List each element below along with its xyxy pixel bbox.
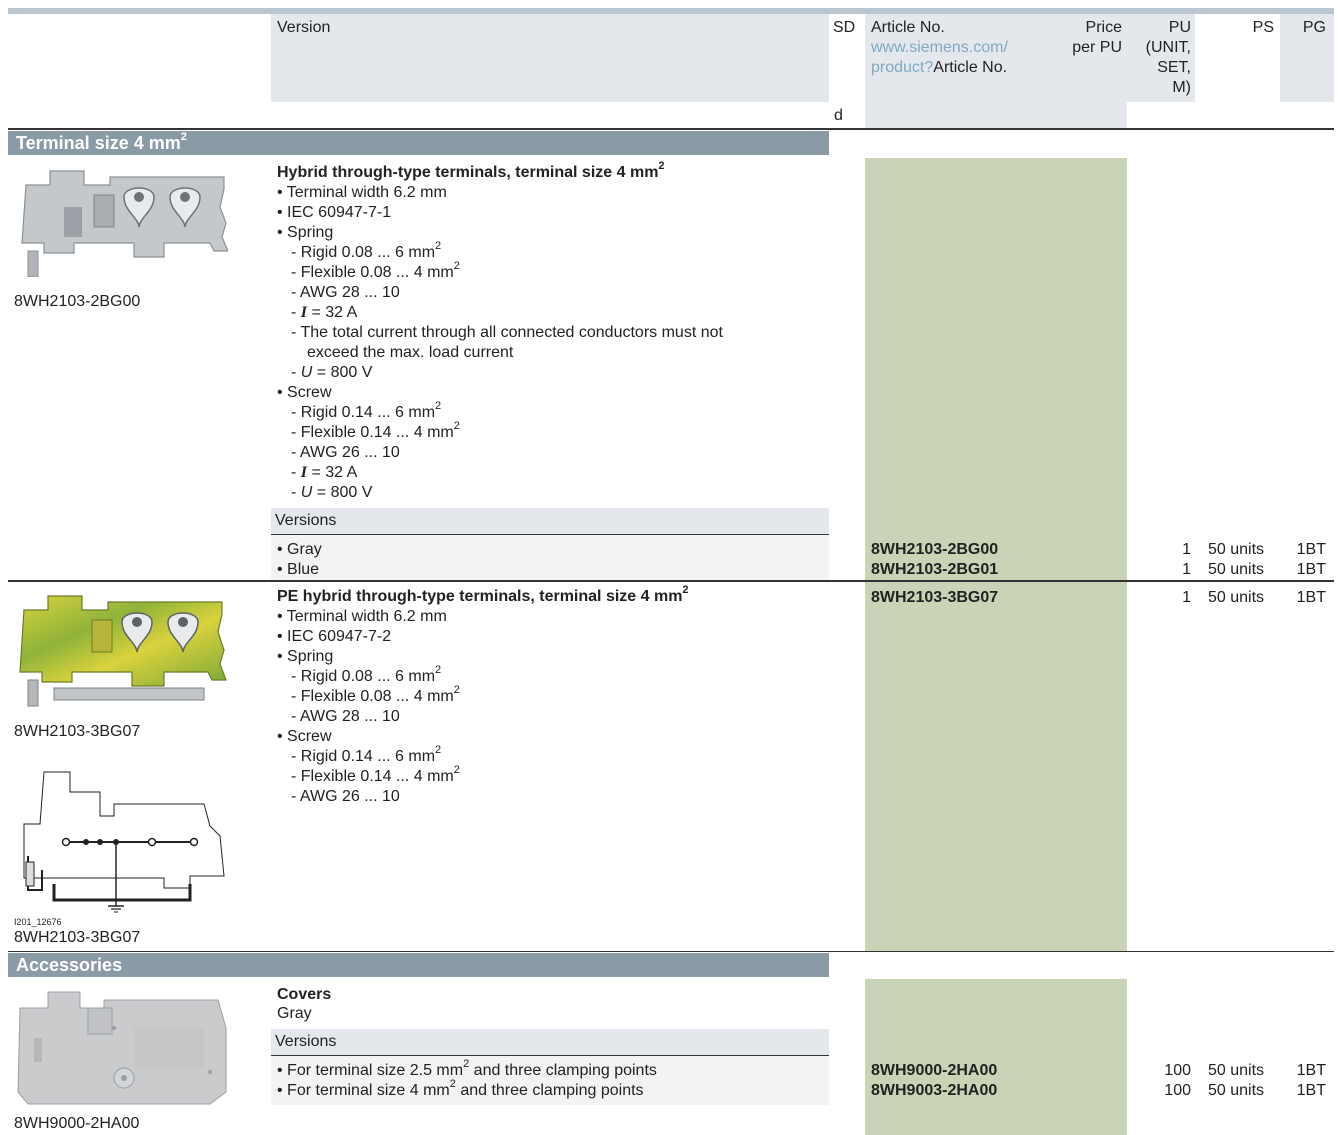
header-rule [8,128,1334,130]
product1-row2-version: • Blue [277,561,320,578]
product3-versions-label: Versions [271,1029,829,1055]
product1-width: • Terminal width 6.2 mm [277,184,447,201]
header-price: Price per PU [1040,18,1122,58]
product2-diagram-caption: 8WH2103-3BG07 [14,929,141,946]
product3-row2-version: • For terminal size 4 mm2 and three clam… [277,1077,644,1099]
product2-screw-rigid: - Rigid 0.14 ... 6 mm2 [291,743,442,765]
header-price-line1: Price [1085,19,1122,36]
product1-specs: Hybrid through-type terminals, terminal … [277,159,827,503]
product2-width: • Terminal width 6.2 mm [277,608,447,625]
product3-heading: Covers [277,986,332,1003]
product1-spring-note2: exceed the max. load current [307,344,514,361]
product1-row1-version: • Gray [277,541,322,558]
product1-row1-pg: 1BT [1296,541,1326,558]
product2-pu: 1 [1182,589,1191,606]
product1-versions-bg [271,535,829,580]
terminal-gray-image [21,170,228,277]
product1-bottom-rule [8,580,1334,582]
product2-bottom-rule [8,951,1334,952]
product2-spring-awg: - AWG 28 ... 10 [291,708,400,725]
article-column-bg [865,158,1127,580]
product2-iec: • IEC 60947-7-2 [277,628,392,645]
section-title-terminal-size: Terminal size 4 mm2 [8,131,829,155]
header-article-link1[interactable]: www.siemens.com/ [871,38,1041,58]
product1-spring-rigid: - Rigid 0.08 ... 6 mm2 [291,239,442,261]
product3-row1-pg: 1BT [1296,1062,1326,1079]
product2-ps: 50 units [1208,589,1265,606]
product2-screw: • Screw [277,728,332,745]
product1-row2-ps: 50 units [1208,561,1265,578]
product1-screw-flex: - Flexible 0.14 ... 4 mm2 [291,419,460,441]
product1-screw-awg: - AWG 26 ... 10 [291,444,400,461]
header-pu-line4: M) [1172,79,1191,96]
header-pu-line2: (UNIT, [1145,39,1191,56]
section-title-accessories: Accessories [8,953,829,977]
product1-row1-article[interactable]: 8WH2103-2BG00 [871,540,998,560]
product1-versions-label: Versions [271,508,829,534]
header-pu-line3: SET, [1157,59,1191,76]
product2-article[interactable]: 8WH2103-3BG07 [871,588,998,608]
product1-spring-current: - I = 32 A [291,304,358,321]
header-version: Version [277,19,331,36]
article-column-bg-2 [865,582,1127,951]
product2-spring-flex: - Flexible 0.08 ... 4 mm2 [291,683,460,705]
product3-row2-article[interactable]: 8WH9003-2HA00 [871,1081,997,1101]
header-sd-sub: d [834,107,843,124]
header-version-bg [271,14,829,102]
product2-screw-awg: - AWG 26 ... 10 [291,788,400,805]
product3-row1-article[interactable]: 8WH9000-2HA00 [871,1061,997,1081]
header-pu: PU (UNIT, SET, M) [1127,18,1191,98]
product1-screw-voltage: - U = 800 V [291,484,373,501]
product3-row1-version: • For terminal size 2.5 mm2 and three cl… [277,1057,657,1079]
product1-row2-article[interactable]: 8WH2103-2BG01 [871,560,998,580]
cover-image [17,991,227,1105]
product3-subheading: Gray [277,1005,312,1022]
product2-screw-flex: - Flexible 0.14 ... 4 mm2 [291,763,460,785]
product3-row2-pg: 1BT [1296,1082,1326,1099]
product2-specs: PE hybrid through-type terminals, termin… [277,583,827,807]
product3-row1-pu: 100 [1164,1062,1191,1079]
product2-spring-rigid: - Rigid 0.08 ... 6 mm2 [291,663,442,685]
product2-pg: 1BT [1296,589,1326,606]
article-column-bg-3 [865,979,1127,1135]
product1-iec: • IEC 60947-7-1 [277,204,392,221]
product1-spring-flex: - Flexible 0.08 ... 4 mm2 [291,259,460,281]
product2-image-caption: 8WH2103-3BG07 [14,723,141,740]
terminal-pe-image [19,595,227,707]
header-price-line2: per PU [1072,39,1122,56]
product1-image-caption: 8WH2103-2BG00 [14,293,141,310]
header-sd: SD [833,19,856,36]
product3-row1-ps: 50 units [1208,1062,1265,1079]
product1-row1-pu: 1 [1182,541,1191,558]
product1-screw-current: - I = 32 A [291,464,358,481]
product1-heading: Hybrid through-type terminals, terminal … [277,159,665,181]
product2-heading: PE hybrid through-type terminals, termin… [277,583,689,605]
product1-spring: • Spring [277,224,334,241]
header-article-link-suffix: Article No. [933,59,1008,76]
product3-row2-ps: 50 units [1208,1082,1265,1099]
product1-screw: • Screw [277,384,332,401]
header-pg: PG [1302,19,1326,36]
header-article-label: Article No. [871,19,945,36]
product3-image-caption: 8WH9000-2HA00 [14,1115,140,1132]
product1-row1-ps: 50 units [1208,541,1265,558]
product3-row2-pu: 100 [1164,1082,1191,1099]
product1-row2-pg: 1BT [1296,561,1326,578]
product1-row2-pu: 1 [1182,561,1191,578]
product1-spring-awg: - AWG 28 ... 10 [291,284,400,301]
product1-spring-note1: - The total current through all connecte… [291,324,723,341]
product1-screw-rigid: - Rigid 0.14 ... 6 mm2 [291,399,442,421]
product2-spring: • Spring [277,648,334,665]
header-article: Article No. www.siemens.com/ product?Art… [871,18,1041,78]
header-ps: PS [1252,19,1274,36]
header-article-link2[interactable]: product? [871,59,933,76]
terminal-pe-diagram [23,771,225,913]
product1-spring-voltage: - U = 800 V [291,364,373,381]
header-pu-line1: PU [1168,19,1191,36]
